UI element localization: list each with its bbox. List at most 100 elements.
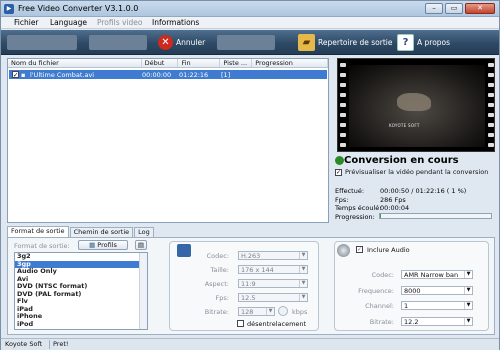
video-fps-select[interactable]: 12.5 ▼ — [238, 293, 308, 302]
convert-button[interactable] — [89, 33, 147, 52]
status-bar: Koyote Soft Pret! — [1, 338, 499, 350]
save-profile-button[interactable]: ▤ — [135, 240, 147, 250]
video-aspect-select[interactable]: 11:9 ▼ — [238, 279, 308, 288]
cancel-icon: ✕ — [158, 35, 173, 50]
tab-chemin-de-sortie[interactable]: Chemin de sortie — [69, 227, 134, 237]
audio-freq-value: 8000 — [404, 287, 421, 295]
video-codec-select[interactable]: H.263 ▼ — [238, 251, 308, 260]
conversion-status-icon — [335, 156, 344, 165]
row-checkbox[interactable]: ✓ — [12, 71, 19, 78]
bitrate-calc-icon[interactable] — [278, 306, 288, 316]
profils-button[interactable]: ▦ Profils — [78, 240, 128, 250]
menu-fichier[interactable]: Fichier — [14, 18, 39, 27]
menu-informations[interactable]: Informations — [152, 18, 199, 27]
table-row[interactable]: ✓ ▪ l'Ultime Combat.avi 00:00:00 01:22:1… — [9, 70, 327, 79]
conversion-progress-bar — [379, 213, 492, 219]
video-fps-label: Fps: — [215, 294, 229, 302]
conversion-title: Conversion en cours — [344, 155, 459, 166]
video-frame: KOYOTE SOFT — [349, 65, 485, 147]
status-text: Pret! — [53, 340, 69, 348]
file-list[interactable]: Nom du fichier Début Fin Piste ... Progr… — [7, 58, 329, 223]
file-list-header: Nom du fichier Début Fin Piste ... Progr… — [8, 59, 328, 68]
settings-tabs: Format de sortie Chemin de sortie Log — [7, 226, 155, 237]
audio-bitrate-value: 12.2 — [404, 318, 419, 326]
chevron-down-icon: ▼ — [299, 252, 307, 259]
audio-channel-select[interactable]: 1 ▼ — [401, 301, 473, 310]
output-options-button[interactable] — [217, 33, 275, 52]
list-item[interactable]: iPhone — [15, 312, 147, 321]
video-fps-value: 12.5 — [241, 294, 256, 302]
chevron-down-icon: ▼ — [266, 308, 274, 315]
video-aspect-label: Aspect: — [204, 280, 229, 288]
folder-icon: ▰ — [298, 34, 315, 51]
list-item[interactable]: Audio Only — [15, 267, 147, 276]
progress-label: Progression: — [335, 213, 375, 221]
audio-codec-label: Codec: — [371, 271, 394, 279]
tab-format-de-sortie[interactable]: Format de sortie — [7, 226, 69, 237]
app-window: ▶ Free Video Converter V3.1.0.0 – ▭ ✕ Fi… — [0, 0, 500, 350]
chevron-down-icon: ▼ — [464, 318, 472, 325]
profils-label: Profils — [97, 241, 117, 249]
film-icon: ▪ — [21, 70, 26, 79]
effectue-label: Effectué: — [335, 187, 365, 195]
column-progress[interactable]: Progression — [252, 59, 328, 67]
list-item[interactable]: 3g2 — [15, 253, 147, 261]
video-codec-value: H.263 — [241, 252, 261, 260]
audio-codec-select[interactable]: AMR Narrow ban ▼ — [401, 270, 473, 279]
profile-icon: ▦ — [89, 241, 96, 249]
close-button[interactable]: ✕ — [465, 3, 495, 14]
list-item[interactable]: Flv — [15, 297, 147, 306]
convert-icon — [89, 35, 147, 50]
preview-checkbox-label: Prévisualiser la vidéo pendant la conver… — [345, 168, 489, 176]
cancel-button[interactable]: ✕ Annuler — [158, 33, 205, 52]
audio-bitrate-label: Bitrate: — [369, 318, 394, 326]
preview-checkbox[interactable]: ✓ — [335, 168, 342, 176]
progress-fill — [380, 214, 382, 218]
status-company: Koyote Soft — [5, 340, 43, 348]
add-files-button[interactable] — [7, 33, 77, 52]
menu-language[interactable]: Language — [50, 18, 87, 27]
audio-freq-select[interactable]: 8000 ▼ — [401, 286, 473, 295]
format-list[interactable]: 3g2 3gp Audio Only Avi DVD (NTSC format) DVD … — [14, 252, 148, 330]
chevron-down-icon: ▼ — [464, 302, 472, 309]
format-list-scrollbar[interactable] — [139, 253, 147, 329]
elapsed-label: Temps écoulé: — [335, 204, 382, 212]
audio-bitrate-select[interactable]: 12.2 ▼ — [401, 317, 473, 326]
column-end[interactable]: Fin — [178, 59, 221, 67]
include-audio-checkbox[interactable]: ✓ — [356, 246, 363, 253]
column-start[interactable]: Début — [142, 59, 179, 67]
cancel-label: Annuler — [176, 38, 206, 47]
window-title: Free Video Converter V3.1.0.0 — [18, 4, 139, 13]
tab-log[interactable]: Log — [134, 227, 154, 237]
video-size-value: 176 x 144 — [241, 266, 274, 274]
column-track[interactable]: Piste ... — [220, 59, 253, 67]
row-end: 01:22:16 — [179, 70, 209, 79]
list-item[interactable]: DVD (PAL format) — [15, 290, 147, 299]
preview-checkbox-row[interactable]: ✓ Prévisualiser la vidéo pendant la conv… — [335, 168, 488, 176]
column-filename[interactable]: Nom du fichier — [8, 59, 142, 67]
video-bitrate-input[interactable]: 128 ▼ — [238, 307, 275, 316]
title-bar: ▶ Free Video Converter V3.1.0.0 – ▭ ✕ — [1, 1, 499, 17]
deinterlace-label: désentrelacement — [247, 320, 307, 328]
video-size-select[interactable]: 176 x 144 ▼ — [238, 265, 308, 274]
bitrate-unit: kbps — [292, 308, 308, 316]
about-button[interactable]: ? A propos — [397, 33, 450, 52]
save-icon: ▤ — [137, 241, 145, 249]
audio-codec-value: AMR Narrow ban — [404, 271, 459, 279]
effectue-value: 00:00:50 / 01:22:16 ( 1 %) — [380, 187, 467, 195]
maximize-button[interactable]: ▭ — [445, 3, 463, 14]
menu-profils-video[interactable]: Profils video — [97, 18, 142, 27]
minimize-button[interactable]: – — [425, 3, 443, 14]
speaker-icon — [337, 244, 350, 257]
output-dir-label: Repertoire de sortie — [318, 38, 393, 47]
video-preview: KOYOTE SOFT — [337, 58, 495, 152]
audio-freq-label: Frequence: — [358, 287, 394, 295]
deinterlace-checkbox[interactable] — [237, 320, 244, 327]
output-dir-button[interactable]: ▰ Repertoire de sortie — [298, 33, 392, 52]
elapsed-value: 00:00:04 — [380, 204, 410, 212]
list-item[interactable]: iPod — [15, 320, 147, 329]
toolbar: ✕ Annuler ▰ Repertoire de sortie ? A pro… — [1, 30, 499, 55]
preview-caption: KOYOTE SOFT — [389, 123, 420, 128]
video-bitrate-label: Bitrate: — [204, 308, 229, 316]
app-icon: ▶ — [4, 4, 14, 14]
